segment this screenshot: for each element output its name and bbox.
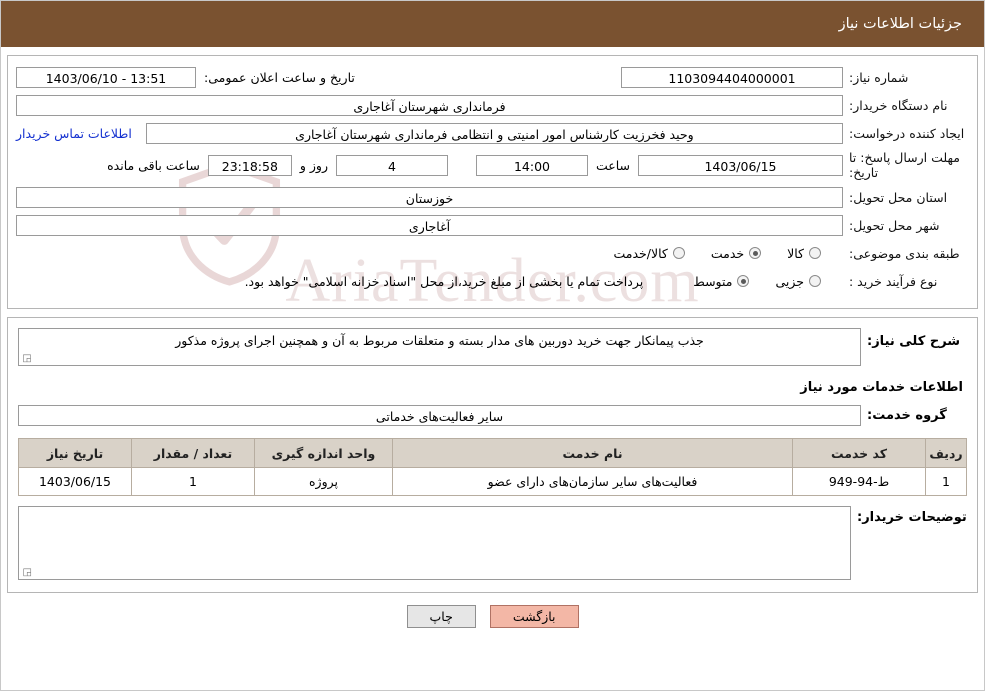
process-note: پرداخت تمام یا بخشی از مبلغ خرید،از محل … xyxy=(244,273,644,289)
col-quantity: تعداد / مقدار xyxy=(131,438,255,468)
process-option-label-0: جزیی xyxy=(775,273,804,289)
cell-service-code: ط-94-949 xyxy=(792,467,926,496)
row-buyer-notes: توضیحات خریدار: ◲ xyxy=(18,506,967,580)
service-group-value: سایر فعالیت‌های خدماتی xyxy=(18,405,861,426)
table-row: 1 ط-94-949 فعالیت‌های سایر سازمان‌های دا… xyxy=(18,467,967,496)
resize-grip-icon[interactable]: ◲ xyxy=(22,568,32,578)
summary-value: جذب پیمانکار جهت خرید دوربین های مدار بس… xyxy=(175,333,704,348)
requester-value: وحید فخرزیت کارشناس امور امنیتی و انتظام… xyxy=(145,122,843,144)
cell-row-number: 1 xyxy=(925,467,967,496)
process-label: نوع فرآیند خرید : xyxy=(849,273,938,289)
summary-textarea[interactable]: جذب پیمانکار جهت خرید دوربین های مدار بس… xyxy=(18,328,861,366)
row-need-number: شماره نیاز: 1103094404000001 تاریخ و ساع… xyxy=(16,66,969,88)
radio-icon[interactable] xyxy=(809,275,821,287)
services-table: ردیف کد خدمت نام خدمت واحد اندازه گیری ت… xyxy=(18,438,967,496)
need-number-label: شماره نیاز: xyxy=(849,69,909,85)
deadline-label: مهلت ارسال پاسخ: تا تاریخ: xyxy=(849,150,960,180)
deadline-date-value: 1403/06/15 xyxy=(638,154,843,176)
col-service-code: کد خدمت xyxy=(792,438,926,468)
print-button[interactable]: چاپ xyxy=(406,605,476,628)
category-option-khedmat[interactable]: خدمت xyxy=(710,245,762,261)
cell-need-date: 1403/06/15 xyxy=(18,467,132,496)
countdown-value: 23:18:58 xyxy=(207,154,292,176)
col-service-name: نام خدمت xyxy=(392,438,793,468)
page-header: جزئیات اطلاعات نیاز xyxy=(1,1,984,47)
announce-datetime-label: تاریخ و ساعت اعلان عمومی: xyxy=(204,69,355,85)
row-process-type: نوع فرآیند خرید : جزیی متوسط پرداخت تمام… xyxy=(16,270,969,292)
row-deadline: مهلت ارسال پاسخ: تا تاریخ: 1403/06/15 سا… xyxy=(16,150,969,180)
row-province: استان محل تحویل: خوزستان xyxy=(16,186,969,208)
row-city: شهر محل تحویل: آغاجاری xyxy=(16,214,969,236)
category-option-label-2: کالا/خدمت xyxy=(613,245,668,261)
footer-actions: بازگشت چاپ xyxy=(1,605,984,636)
category-option-label-0: کالا xyxy=(787,245,804,261)
need-number-value: 1103094404000001 xyxy=(621,66,843,88)
radio-selected-icon[interactable] xyxy=(749,247,762,259)
category-label: طبقه بندی موضوعی: xyxy=(849,245,960,261)
category-option-kala-khedmat[interactable]: کالا/خدمت xyxy=(613,245,685,261)
service-group-label: گروه خدمت: xyxy=(867,408,947,423)
buyer-contact-link[interactable]: اطلاعات تماس خریدار xyxy=(16,126,132,141)
category-option-kala[interactable]: کالا xyxy=(787,246,821,261)
buyer-org-value: فرمانداری شهرستان آغاجاری xyxy=(16,94,843,116)
category-option-label-1: خدمت xyxy=(710,245,745,261)
requester-label: ایجاد کننده درخواست: xyxy=(849,125,965,141)
process-option-motevaset[interactable]: متوسط xyxy=(693,273,750,289)
row-requester: ایجاد کننده درخواست: وحید فخرزیت کارشناس… xyxy=(16,122,969,144)
col-row-number: ردیف xyxy=(925,438,967,468)
col-need-date: تاریخ نیاز xyxy=(18,438,132,468)
process-option-label-1: متوسط xyxy=(693,273,733,289)
cell-quantity: 1 xyxy=(131,467,255,496)
need-info-panel: شماره نیاز: 1103094404000001 تاریخ و ساع… xyxy=(7,55,978,309)
page-title: جزئیات اطلاعات نیاز xyxy=(838,16,962,32)
services-section-title: اطلاعات خدمات مورد نیاز xyxy=(800,380,963,395)
province-label: استان محل تحویل: xyxy=(849,189,948,205)
hour-label: ساعت xyxy=(595,157,630,173)
table-header-row: ردیف کد خدمت نام خدمت واحد اندازه گیری ت… xyxy=(18,438,967,468)
row-summary: شرح کلی نیاز: جذب پیمانکار جهت خرید دورب… xyxy=(18,328,967,366)
radio-icon[interactable] xyxy=(672,247,685,259)
summary-label: شرح کلی نیاز: xyxy=(867,334,961,349)
col-unit: واحد اندازه گیری xyxy=(254,438,393,468)
cell-unit: پروژه xyxy=(254,467,393,496)
buyer-notes-label: توضیحات خریدار: xyxy=(857,510,967,525)
city-label: شهر محل تحویل: xyxy=(849,217,940,233)
page-container: AriaTender.com جزئیات اطلاعات نیاز شماره… xyxy=(0,0,985,691)
process-option-jozei[interactable]: جزیی xyxy=(775,274,821,289)
resize-grip-icon[interactable]: ◲ xyxy=(22,354,32,364)
need-details-panel: شرح کلی نیاز: جذب پیمانکار جهت خرید دورب… xyxy=(7,317,978,593)
province-value: خوزستان xyxy=(16,186,843,208)
row-buyer-org: نام دستگاه خریدار: فرمانداری شهرستان آغا… xyxy=(16,94,969,116)
row-category: طبقه بندی موضوعی: کالا خدمت کالا/خدمت xyxy=(16,242,969,264)
radio-icon[interactable] xyxy=(809,247,821,259)
buyer-notes-textarea[interactable]: ◲ xyxy=(18,506,851,580)
days-label: روز و xyxy=(299,157,328,173)
deadline-time-value: 14:00 xyxy=(475,154,588,176)
remaining-label: ساعت باقی مانده xyxy=(107,157,200,173)
row-service-group: گروه خدمت: سایر فعالیت‌های خدماتی xyxy=(18,405,967,426)
remaining-days-value: 4 xyxy=(335,154,448,176)
cell-service-name: فعالیت‌های سایر سازمان‌های دارای عضو xyxy=(392,467,793,496)
buyer-org-label: نام دستگاه خریدار: xyxy=(849,97,948,113)
city-value: آغاجاری xyxy=(16,214,843,236)
announce-datetime-value: 13:51 - 1403/06/10 xyxy=(16,66,196,88)
radio-selected-icon[interactable] xyxy=(737,275,750,287)
back-button[interactable]: بازگشت xyxy=(489,605,579,628)
